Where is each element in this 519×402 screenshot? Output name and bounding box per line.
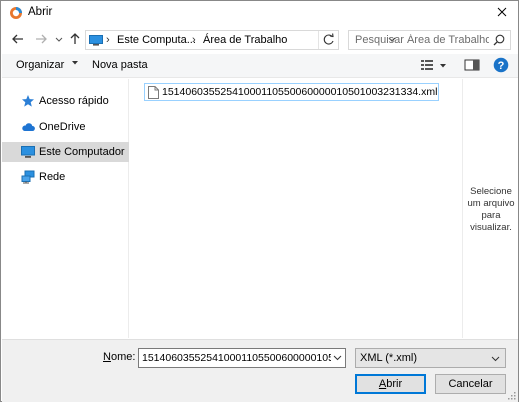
- file-item[interactable]: 1514060355254100011055006000001050100323…: [144, 83, 439, 101]
- resize-grip-icon[interactable]: [506, 390, 516, 400]
- organize-chevron-down-icon: [72, 61, 79, 65]
- view-options-chevron-down-icon[interactable]: [439, 62, 447, 70]
- refresh-button[interactable]: [318, 31, 338, 49]
- sidebar-item-label: Este Computador: [39, 146, 125, 158]
- breadcrumb-separator: ›: [192, 34, 196, 46]
- file-type-value: XML (*.xml): [360, 352, 418, 364]
- close-icon[interactable]: [494, 4, 510, 20]
- new-folder-button[interactable]: Nova pasta: [92, 59, 148, 71]
- breadcrumb-area-de-trabalho[interactable]: Área de Trabalho: [203, 34, 287, 46]
- sidebar-item-onedrive[interactable]: OneDrive: [2, 117, 129, 137]
- file-name-combobox[interactable]: [138, 348, 346, 368]
- network-icon: [21, 170, 35, 184]
- organize-button[interactable]: Organizar: [16, 59, 79, 71]
- up-arrow-icon[interactable]: [68, 32, 82, 46]
- cancel-button[interactable]: Cancelar: [435, 374, 506, 394]
- file-name-label-accelerator: N: [103, 351, 111, 363]
- search-box[interactable]: [348, 30, 511, 50]
- file-type-select[interactable]: XML (*.xml): [355, 348, 506, 368]
- dialog-footer: Nome: XML (*.xml) Abrir Cancelar: [2, 339, 518, 402]
- file-name-label-text: ome:: [110, 351, 136, 363]
- refresh-icon: [323, 33, 334, 45]
- open-button[interactable]: Abrir: [355, 374, 426, 394]
- preview-message: Selecione um arquivo para visualizar.: [467, 186, 515, 233]
- file-name-label: Nome:: [103, 351, 135, 363]
- sidebar-item-label: OneDrive: [39, 121, 86, 133]
- command-bar: Organizar Nova pasta ?: [2, 54, 518, 78]
- navigation-bar: › Este Computa... › Área de Trabalho: [1, 27, 518, 53]
- preview-pane: Selecione um arquivo para visualizar.: [462, 79, 518, 338]
- recent-locations-chevron-icon[interactable]: [54, 32, 64, 46]
- navigation-pane: Acesso rápido OneDrive Este Computador R…: [2, 79, 129, 338]
- search-input[interactable]: [349, 31, 489, 49]
- breadcrumb-este-computador[interactable]: Este Computa...: [117, 34, 196, 46]
- computer-icon: [89, 35, 103, 46]
- file-type-chevron-down-icon: [491, 356, 500, 362]
- back-arrow-icon[interactable]: [11, 32, 25, 46]
- app-icon: [10, 7, 22, 19]
- open-button-label: brir: [386, 378, 403, 390]
- help-icon[interactable]: ?: [493, 57, 509, 73]
- file-list[interactable]: 1514060355254100011055006000001050100323…: [130, 79, 462, 338]
- search-icon: [493, 34, 505, 46]
- file-name-chevron-down-icon[interactable]: [333, 354, 342, 362]
- sidebar-item-label: Acesso rápido: [39, 95, 109, 107]
- sidebar-item-label: Rede: [39, 171, 66, 183]
- file-name-input[interactable]: [139, 349, 331, 367]
- title-bar: Abrir: [1, 1, 518, 25]
- organize-label: Organizar: [16, 59, 65, 71]
- forward-arrow-icon[interactable]: [34, 32, 48, 46]
- sidebar-item-rede[interactable]: Rede: [2, 167, 129, 187]
- window-title: Abrir: [28, 6, 53, 18]
- sidebar-item-este-computador[interactable]: Este Computador: [2, 142, 129, 162]
- document-icon: [148, 86, 159, 99]
- view-options-icon[interactable]: [420, 58, 434, 72]
- breadcrumb-separator: ›: [106, 34, 110, 46]
- open-file-dialog: Abrir › Este Computa... › Área de Trabal…: [0, 0, 519, 402]
- computer-icon: [21, 146, 35, 158]
- cloud-icon: [22, 123, 35, 131]
- file-name: 1514060355254100011055006000001050100323…: [162, 86, 438, 98]
- svg-text:?: ?: [498, 60, 505, 72]
- preview-pane-icon[interactable]: [464, 58, 480, 72]
- address-bar[interactable]: › Este Computa... › Área de Trabalho: [85, 30, 396, 50]
- sidebar-item-acesso-rapido[interactable]: Acesso rápido: [2, 91, 129, 111]
- star-icon: [22, 95, 34, 107]
